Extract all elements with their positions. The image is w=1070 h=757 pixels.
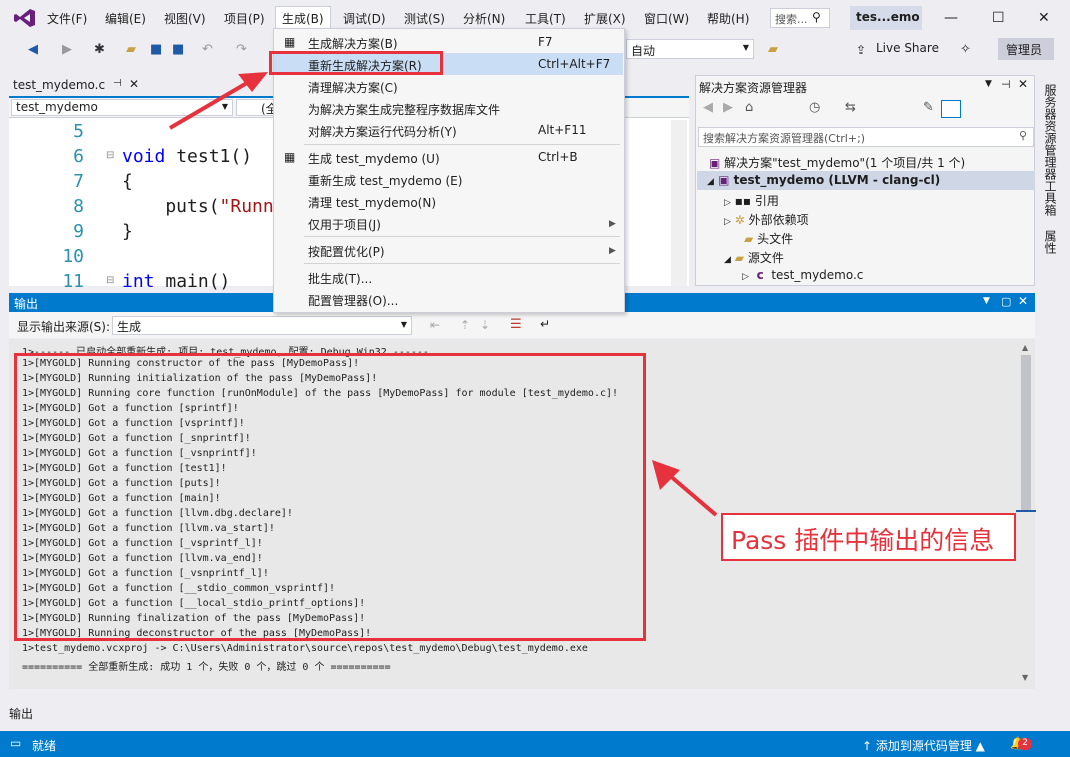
annotation-arrows [168, 72, 718, 517]
arrow-line-menu [168, 78, 254, 130]
status-icon: ▭ [10, 736, 22, 750]
notification-badge: 2 [1018, 738, 1032, 750]
status-text: 就绪 [32, 739, 57, 753]
arrow-head-log [652, 460, 680, 490]
arrow-head-menu [238, 72, 268, 92]
add-to-source-control[interactable]: ↑ 添加到源代码管理 ▲ [862, 737, 985, 754]
arrow-line-log [666, 472, 718, 517]
